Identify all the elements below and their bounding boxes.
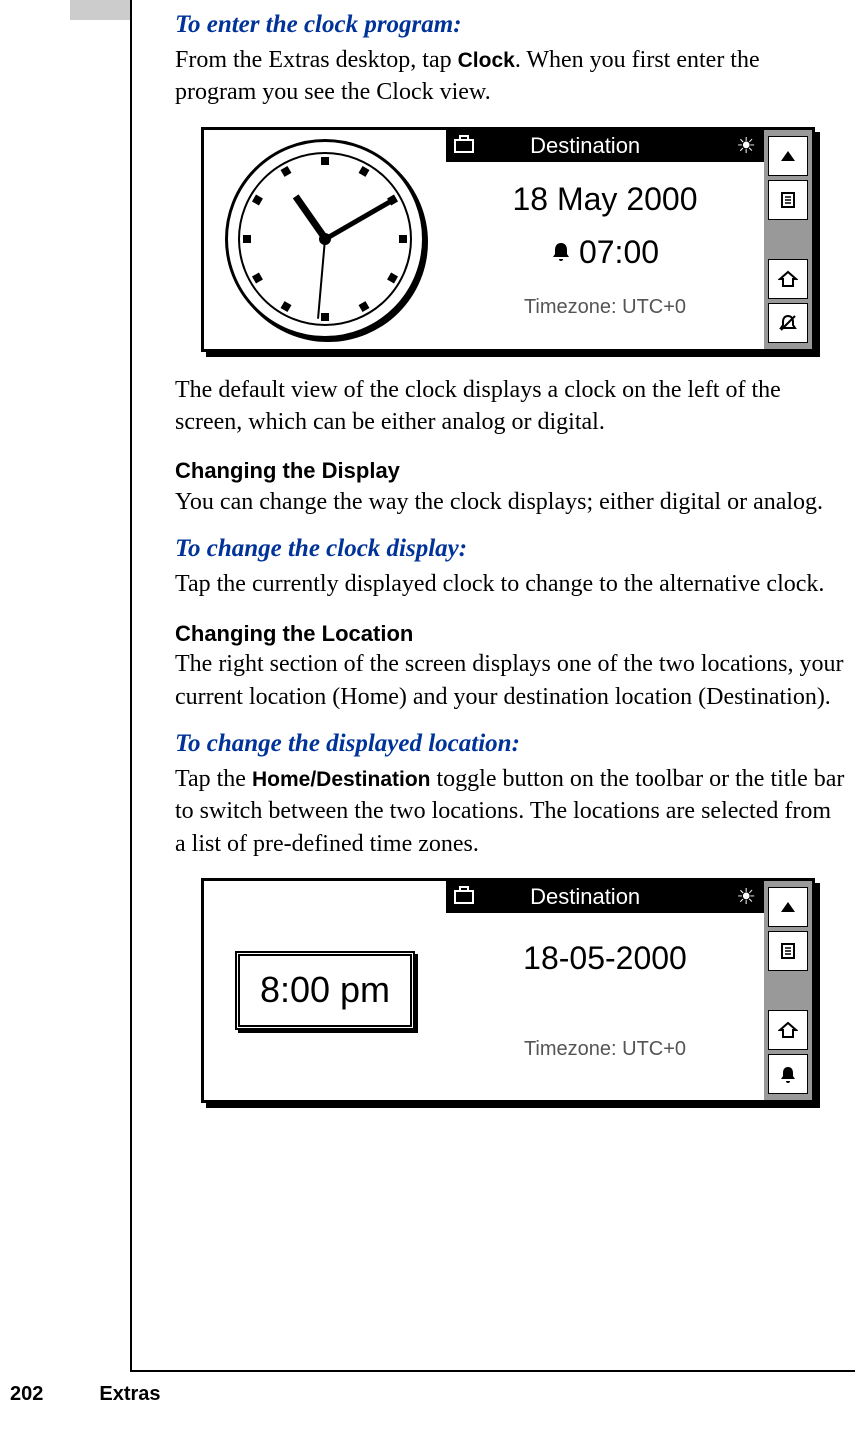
bell-icon (551, 231, 571, 274)
silence-button[interactable] (768, 303, 808, 343)
text: From the Extras desktop, tap (175, 47, 458, 73)
para-changing-location: The right section of the screen displays… (175, 648, 845, 713)
heading-enter-clock: To enter the clock program: (175, 8, 845, 42)
titlebar-label-2: Destination (512, 882, 698, 912)
menu-button[interactable] (768, 931, 808, 971)
date-label-2: 18-05-2000 (446, 937, 764, 980)
info-pane: Destination ☀ 18 May 2000 07:00 Timezone… (446, 130, 764, 349)
toolbar (764, 130, 812, 349)
device-screenshot-2: 8:00 pm Destination ☀ 18-05-2000 Timezon… (201, 878, 815, 1103)
margin-tab (70, 0, 130, 20)
brightness-icon: ☀ (736, 882, 756, 912)
date-label: 18 May 2000 (446, 178, 764, 221)
brightness-icon: ☀ (736, 131, 756, 161)
briefcase-icon (454, 882, 474, 912)
menu-button[interactable] (768, 180, 808, 220)
digital-clock[interactable]: 8:00 pm (235, 951, 415, 1030)
figure-analog-view: Destination ☀ 18 May 2000 07:00 Timezone… (201, 127, 845, 352)
titlebar-2[interactable]: Destination ☀ (446, 881, 764, 913)
para-change-clock: Tap the currently displayed clock to cha… (175, 568, 845, 600)
time-label: 07:00 (579, 231, 659, 274)
para-changing-display: You can change the way the clock display… (175, 486, 845, 518)
info-pane-2: Destination ☀ 18-05-2000 Timezone: UTC+0 (446, 881, 764, 1100)
clock-pane[interactable] (204, 130, 446, 349)
device-screenshot: Destination ☀ 18 May 2000 07:00 Timezone… (201, 127, 815, 352)
home-button[interactable] (768, 1010, 808, 1050)
horizontal-rule (130, 1370, 855, 1372)
heading-change-clock-display: To change the clock display: (175, 532, 845, 566)
briefcase-icon (454, 131, 474, 161)
para-change-location: Tap the Home/Destination toggle button o… (175, 763, 845, 860)
ui-label-clock: Clock (458, 49, 515, 72)
page-footer: 202 Extras (0, 1383, 856, 1406)
titlebar[interactable]: Destination ☀ (446, 130, 764, 162)
ui-label-home-destination: Home/Destination (252, 768, 431, 791)
toolbar-2 (764, 881, 812, 1100)
section-name: Extras (99, 1383, 160, 1406)
clock-pane-2[interactable]: 8:00 pm (204, 881, 446, 1100)
heading-changing-location: Changing the Location (175, 619, 845, 649)
timezone-label: Timezone: UTC+0 (446, 294, 764, 321)
heading-changing-display: Changing the Display (175, 456, 845, 486)
titlebar-label: Destination (512, 131, 698, 161)
figure-digital-view: 8:00 pm Destination ☀ 18-05-2000 Timezon… (201, 878, 845, 1103)
up-button[interactable] (768, 887, 808, 927)
text: Tap the (175, 766, 252, 792)
vertical-rule (130, 0, 132, 1370)
home-button[interactable] (768, 259, 808, 299)
alarm-button[interactable] (768, 1054, 808, 1094)
up-button[interactable] (768, 136, 808, 176)
para-enter-clock: From the Extras desktop, tap Clock. When… (175, 44, 845, 109)
alarm-time: 07:00 (446, 231, 764, 274)
para-default-view: The default view of the clock displays a… (175, 374, 845, 439)
analog-clock[interactable] (225, 139, 425, 339)
page-number: 202 (10, 1383, 43, 1406)
heading-change-location: To change the displayed location: (175, 727, 845, 761)
main-content: To enter the clock program: From the Ext… (175, 8, 845, 1103)
timezone-label-2: Timezone: UTC+0 (446, 1036, 764, 1063)
